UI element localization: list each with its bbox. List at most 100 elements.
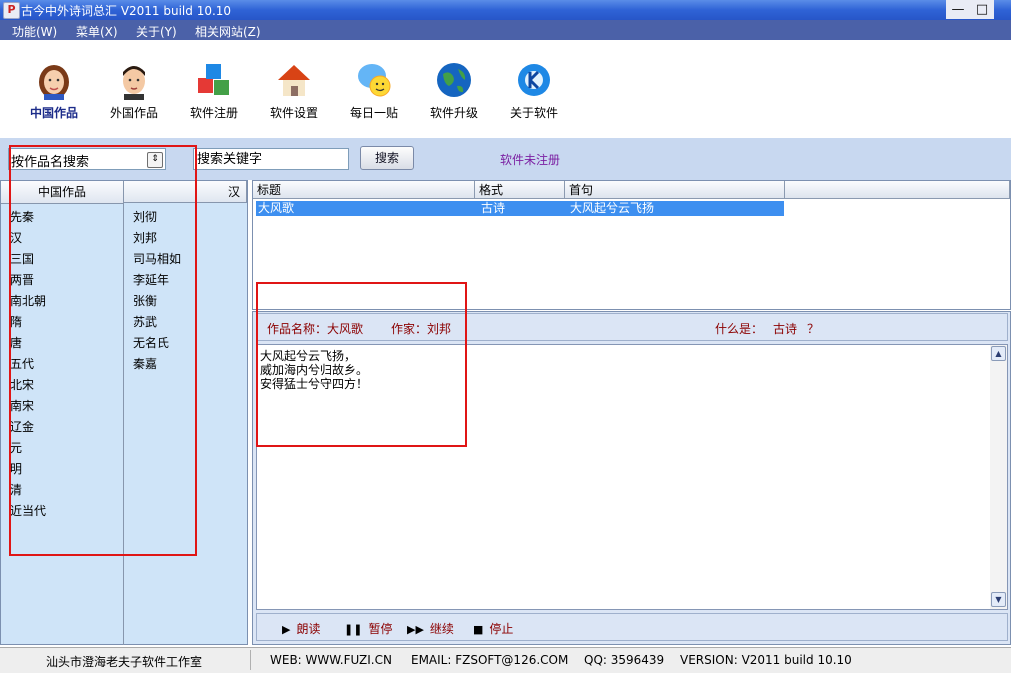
list-item[interactable]: 隋 — [10, 313, 22, 330]
status-email: EMAIL: FZSOFT@126.COM — [411, 653, 569, 667]
list-item[interactable]: 南宋 — [10, 397, 34, 414]
search-input[interactable] — [193, 148, 349, 170]
pause-icon: ❚❚ — [344, 623, 363, 636]
column-header-first-line[interactable]: 首句 — [565, 181, 785, 199]
list-item[interactable]: 司马相如 — [133, 250, 181, 267]
status-bar: 汕头市澄海老夫子软件工作室 WEB: WWW.FUZI.CN EMAIL: FZ… — [0, 647, 1011, 673]
toolbar-label: 软件设置 — [269, 106, 318, 120]
list-item[interactable]: 先秦 — [10, 208, 34, 225]
play-button[interactable]: ▶ 朗读 — [282, 620, 320, 637]
whatis-help-icon[interactable]: ？ — [807, 320, 819, 337]
list-item[interactable]: 近当代 — [10, 502, 46, 519]
search-mode-select[interactable]: 按作品名搜索 ⇕ — [8, 148, 166, 170]
stop-button[interactable]: ■ 停止 — [473, 620, 513, 637]
list-item[interactable]: 南北朝 — [10, 292, 46, 309]
author-name: 作家：刘邦 — [391, 322, 452, 336]
house-icon — [278, 65, 310, 96]
poet-column-header[interactable]: 汉 — [124, 181, 247, 203]
list-item[interactable]: 元 — [10, 439, 22, 456]
chevron-down-icon[interactable]: ⇕ — [147, 152, 163, 168]
work-info-bar: 作品名称：大风歌 作家：刘邦 什么是： 古诗 ？ — [256, 313, 1008, 341]
menu-menu[interactable]: 菜单(X) — [76, 23, 118, 40]
list-item[interactable]: 刘邦 — [133, 229, 157, 246]
play-label: 朗读 — [296, 622, 321, 636]
vertical-scrollbar[interactable]: ▲ ▼ — [990, 345, 1007, 609]
toolbar-upgrade[interactable]: 软件升级 — [414, 60, 494, 140]
stop-label: 停止 — [489, 622, 514, 636]
status-web: WEB: WWW.FUZI.CN — [270, 653, 392, 667]
list-item[interactable]: 北宋 — [10, 376, 34, 393]
whatis-link[interactable]: 古诗 — [773, 320, 797, 337]
dynasty-list: 先秦 汉 三国 两晋 南北朝 隋 唐 五代 北宋 南宋 辽金 元 明 清 近当代 — [1, 204, 122, 644]
fast-forward-icon: ▶▶ — [407, 623, 424, 636]
work-name: 作品名称：大风歌 — [267, 322, 364, 336]
toolbar-register[interactable]: 软件注册 — [174, 60, 254, 140]
status-qq: QQ: 3596439 — [584, 653, 665, 667]
scroll-down-icon[interactable]: ▼ — [991, 592, 1006, 607]
works-table — [252, 180, 1011, 310]
toolbar-daily-post[interactable]: 每日一贴 — [334, 60, 414, 140]
cell-title: 大风歌 — [258, 201, 295, 215]
toolbar-foreign-works[interactable]: 外国作品 — [94, 60, 174, 140]
app-icon: P — [3, 2, 20, 19]
list-item[interactable]: 清 — [10, 481, 22, 498]
list-item[interactable]: 刘彻 — [133, 208, 157, 225]
menu-sites[interactable]: 相关网站(Z) — [195, 23, 261, 40]
column-header-title[interactable]: 标题 — [253, 181, 475, 199]
status-studio: 汕头市澄海老夫子软件工作室 — [46, 655, 203, 669]
smiley-bubble-icon — [358, 64, 391, 97]
toolbar-label: 关于软件 — [509, 106, 558, 120]
toolbar-about[interactable]: 关于软件 — [494, 60, 574, 140]
list-item[interactable]: 三国 — [10, 250, 34, 267]
man-face-icon — [123, 66, 145, 100]
pause-label: 暂停 — [368, 622, 393, 636]
toolbar-label: 中国作品 — [29, 106, 78, 120]
column-divider — [123, 202, 124, 645]
scroll-up-icon[interactable]: ▲ — [991, 346, 1006, 361]
status-version: VERSION: V2011 build 10.10 — [680, 653, 852, 667]
list-item[interactable]: 两晋 — [10, 271, 34, 288]
play-icon: ▶ — [282, 623, 291, 636]
list-item[interactable]: 明 — [10, 460, 22, 477]
column-header-empty — [785, 181, 1010, 199]
woman-face-icon — [39, 65, 69, 100]
poet-list: 刘彻 刘邦 司马相如 李延年 张衡 苏武 无名氏 秦嘉 — [125, 204, 246, 644]
list-item[interactable]: 辽金 — [10, 418, 34, 435]
kde-gear-icon — [518, 64, 550, 96]
toolbar-label: 软件升级 — [429, 106, 478, 120]
pause-button[interactable]: ❚❚ 暂停 — [344, 620, 392, 637]
list-item[interactable]: 无名氏 — [133, 334, 169, 351]
poem-text-area[interactable]: 大风起兮云飞扬， 威加海内兮归故乡。 安得猛士兮守四方！ — [256, 344, 1008, 610]
list-item[interactable]: 苏武 — [133, 313, 157, 330]
cell-first-line: 大风起兮云飞扬 — [570, 201, 655, 215]
list-item[interactable]: 唐 — [10, 334, 22, 351]
status-divider — [250, 650, 251, 670]
toolbar-chinese-works[interactable]: 中国作品 — [14, 60, 94, 140]
toolbar-settings[interactable]: 软件设置 — [254, 60, 334, 140]
toolbar-label: 软件注册 — [189, 106, 238, 120]
table-row[interactable]: 大风歌 古诗 大风起兮云飞扬 — [256, 201, 784, 216]
toolbar-label: 每日一贴 — [349, 106, 398, 120]
column-header-format[interactable]: 格式 — [475, 181, 565, 199]
globe-icon — [437, 63, 471, 97]
list-item[interactable]: 张衡 — [133, 292, 157, 309]
resume-button[interactable]: ▶▶ 继续 — [407, 620, 454, 637]
playback-controls: ▶ 朗读 ❚❚ 暂停 ▶▶ 继续 ■ 停止 — [256, 613, 1008, 641]
dynasty-column-header[interactable]: 中国作品 — [1, 181, 124, 204]
window-title: 古今中外诗词总汇 V2011 build 10.10 — [21, 4, 232, 18]
maximize-button[interactable]: □ — [970, 0, 994, 19]
list-item[interactable]: 秦嘉 — [133, 355, 157, 372]
list-item[interactable]: 李延年 — [133, 271, 169, 288]
cubes-icon — [198, 64, 229, 95]
list-item[interactable]: 汉 — [10, 229, 22, 246]
registration-status: 软件未注册 — [500, 153, 561, 167]
stop-icon: ■ — [473, 623, 484, 636]
toolbar: 中国作品 外国作品 软件注册 软件设置 每日一贴 软件升级 关于软件 — [0, 40, 1011, 138]
list-item[interactable]: 五代 — [10, 355, 34, 372]
minimize-button[interactable]: — — [946, 0, 970, 19]
toolbar-label: 外国作品 — [109, 106, 158, 120]
menu-function[interactable]: 功能(W) — [12, 23, 57, 40]
menu-bar: 功能(W) 菜单(X) 关于(Y) 相关网站(Z) — [0, 20, 1011, 40]
search-button[interactable]: 搜索 — [360, 146, 414, 170]
menu-about[interactable]: 关于(Y) — [136, 23, 177, 40]
